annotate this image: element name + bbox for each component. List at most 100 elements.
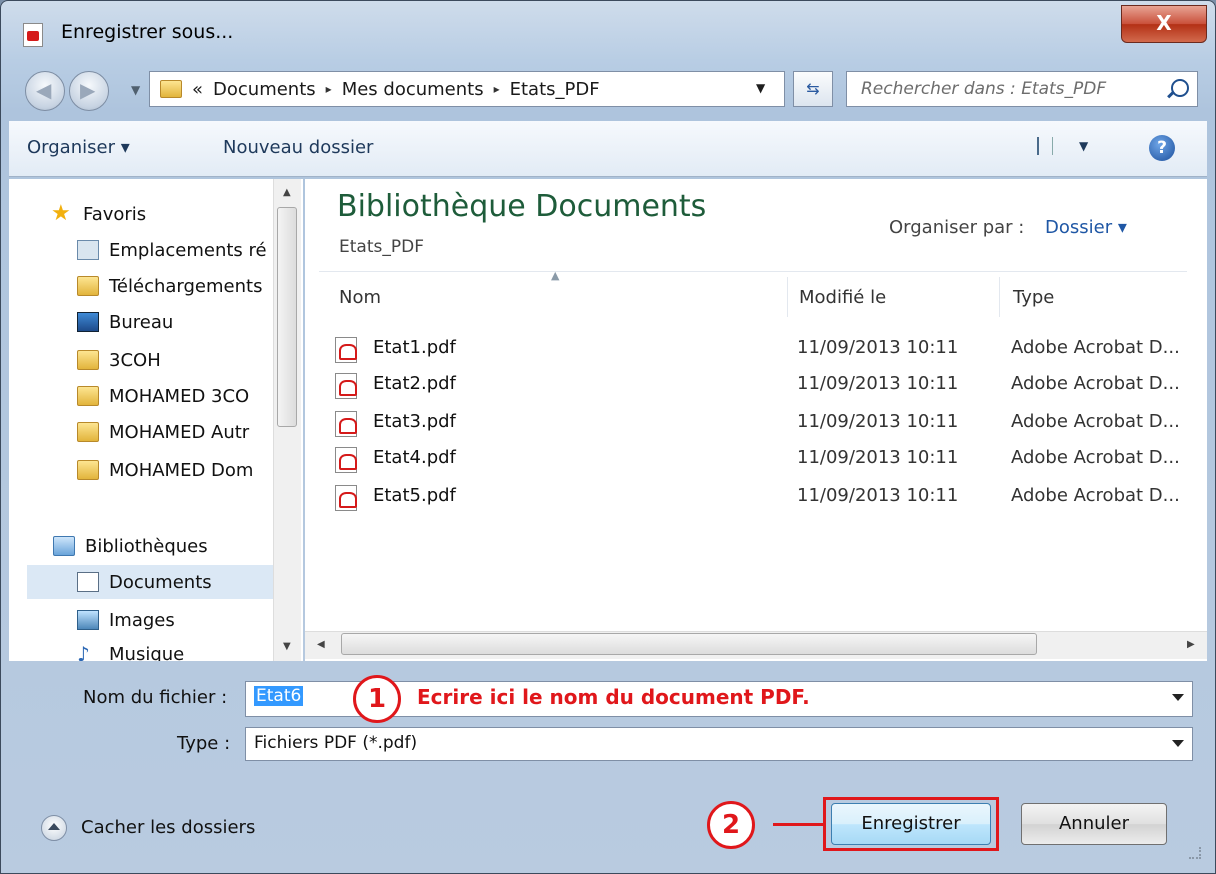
close-button[interactable]: X (1121, 5, 1207, 43)
downloads-folder-icon (77, 276, 99, 296)
file-row[interactable]: Etat5.pdf 11/09/2013 10:11 Adobe Acrobat… (335, 483, 1195, 513)
breadcrumb-overflow[interactable]: « (192, 79, 203, 100)
search-icon[interactable] (1171, 79, 1189, 97)
folder-icon (77, 422, 99, 442)
file-name: Etat3.pdf (373, 411, 456, 432)
hide-folders-toggle[interactable]: Cacher les dossiers (81, 817, 255, 838)
nav-label: MOHAMED Dom (109, 459, 254, 481)
nav-label: Images (109, 609, 175, 631)
file-modified: 11/09/2013 10:11 (797, 411, 959, 432)
nav-folder-3coh[interactable]: 3COH (77, 343, 303, 377)
forward-button[interactable]: ▶ (69, 71, 109, 111)
desktop-icon (77, 312, 99, 332)
folder-icon (77, 350, 99, 370)
nav-scroll-thumb[interactable] (277, 207, 297, 427)
breadcrumb-mes-documents[interactable]: Mes documents (342, 79, 484, 100)
organise-menu[interactable]: Organiser ▾ (27, 137, 130, 158)
cancel-button[interactable]: Annuler (1021, 803, 1167, 845)
star-icon: ★ (51, 201, 71, 226)
search-input[interactable]: Rechercher dans : Etats_PDF (846, 71, 1198, 107)
forward-arrow-icon: ▶ (80, 78, 96, 102)
nav-label: Emplacements ré (109, 239, 267, 261)
nav-folder-mohamed-3co[interactable]: MOHAMED 3CO (77, 379, 303, 413)
title-bar: Enregistrer sous... X (1, 1, 1215, 63)
library-title: Bibliothèque Documents (337, 189, 707, 224)
nav-folder-mohamed-dom[interactable]: MOHAMED Dom (77, 453, 303, 487)
nav-desktop[interactable]: Bureau (77, 305, 303, 339)
pdf-file-icon (335, 447, 357, 473)
library-subtitle: Etats_PDF (339, 237, 424, 257)
file-name: Etat1.pdf (373, 337, 456, 358)
recent-places-icon (77, 240, 99, 260)
nav-music[interactable]: ♪ Musique (77, 637, 303, 662)
arrange-by-dropdown[interactable]: Dossier ▾ (1045, 217, 1127, 238)
breadcrumb-separator-icon[interactable]: ▸ (494, 82, 500, 96)
file-name: Etat5.pdf (373, 485, 456, 506)
file-row[interactable]: Etat3.pdf 11/09/2013 10:11 Adobe Acrobat… (335, 409, 1195, 439)
nav-label: Téléchargements (109, 275, 263, 297)
nav-label: Musique (109, 643, 185, 662)
file-modified: 11/09/2013 10:11 (797, 373, 959, 394)
file-row[interactable]: Etat1.pdf 11/09/2013 10:11 Adobe Acrobat… (335, 335, 1195, 365)
back-arrow-icon: ◀ (36, 78, 52, 102)
filename-label: Nom du fichier : (83, 687, 228, 708)
save-button[interactable]: Enregistrer (831, 803, 991, 845)
breadcrumb-etats-pdf[interactable]: Etats_PDF (510, 79, 600, 100)
annotation-step-2: 2 (707, 801, 755, 849)
refresh-button[interactable]: ⇆ (793, 71, 833, 107)
documents-icon (77, 572, 99, 592)
pdf-file-icon (335, 337, 357, 363)
horizontal-scroll-thumb[interactable] (341, 633, 1037, 655)
nav-downloads[interactable]: Téléchargements (77, 269, 303, 303)
nav-favorites[interactable]: ★ Favoris (51, 197, 303, 231)
libraries-icon (53, 536, 75, 556)
resize-grip-icon[interactable] (1189, 847, 1201, 859)
new-folder-button[interactable]: Nouveau dossier (223, 137, 373, 158)
address-bar[interactable]: « Documents ▸ Mes documents ▸ Etats_PDF (149, 71, 785, 107)
nav-documents[interactable]: Documents (27, 565, 273, 599)
nav-label: 3COH (109, 349, 161, 371)
column-header-type[interactable]: Type (1013, 287, 1054, 308)
column-divider[interactable] (999, 277, 1000, 317)
folder-icon (160, 80, 182, 98)
music-icon: ♪ (77, 642, 90, 661)
nav-libraries[interactable]: Bibliothèques (53, 529, 303, 563)
nav-label: Favoris (83, 203, 147, 225)
column-header-modified[interactable]: Modifié le (799, 287, 886, 308)
scroll-left-icon[interactable]: ◀ (317, 639, 325, 650)
breadcrumb-separator-icon[interactable]: ▸ (326, 82, 332, 96)
scroll-down-icon[interactable]: ▼ (283, 641, 291, 652)
column-header-name[interactable]: Nom (339, 287, 381, 308)
file-row[interactable]: Etat2.pdf 11/09/2013 10:11 Adobe Acrobat… (335, 371, 1195, 401)
sort-ascending-icon: ▲ (551, 269, 560, 282)
breadcrumb-documents[interactable]: Documents (213, 79, 316, 100)
annotation-step-1-text: Ecrire ici le nom du document PDF. (417, 685, 810, 709)
nav-recent-places[interactable]: Emplacements ré (77, 233, 303, 267)
file-row[interactable]: Etat4.pdf 11/09/2013 10:11 Adobe Acrobat… (335, 445, 1195, 475)
column-divider[interactable] (787, 277, 788, 317)
file-modified: 11/09/2013 10:11 (797, 447, 959, 468)
filename-dropdown-icon[interactable] (1172, 694, 1184, 701)
view-options-icon[interactable] (1037, 137, 1053, 155)
file-type: Adobe Acrobat D... (1011, 447, 1180, 468)
pdf-app-icon (23, 23, 43, 47)
pdf-file-icon (335, 411, 357, 437)
file-type-dropdown-icon[interactable] (1172, 740, 1184, 747)
scroll-right-icon[interactable]: ▶ (1187, 639, 1195, 650)
address-dropdown-icon[interactable]: ▼ (756, 81, 765, 95)
collapse-arrow-icon[interactable] (41, 815, 67, 841)
header-divider (319, 271, 1187, 272)
save-as-dialog: Enregistrer sous... X ◀ ▶ ▼ « Documents … (0, 0, 1216, 874)
nav-images[interactable]: Images (77, 603, 303, 637)
nav-folder-mohamed-autr[interactable]: MOHAMED Autr (77, 415, 303, 449)
view-dropdown-icon[interactable]: ▼ (1079, 139, 1088, 153)
nav-label: MOHAMED 3CO (109, 385, 250, 407)
annotation-connector-line (773, 823, 825, 826)
nav-label: MOHAMED Autr (109, 421, 250, 443)
help-icon[interactable]: ? (1149, 135, 1175, 161)
scroll-up-icon[interactable]: ▲ (283, 187, 291, 198)
images-icon (77, 610, 99, 630)
file-type-select[interactable]: Fichiers PDF (*.pdf) (245, 727, 1193, 761)
recent-pages-dropdown[interactable]: ▼ (131, 83, 140, 97)
back-button[interactable]: ◀ (25, 71, 65, 111)
